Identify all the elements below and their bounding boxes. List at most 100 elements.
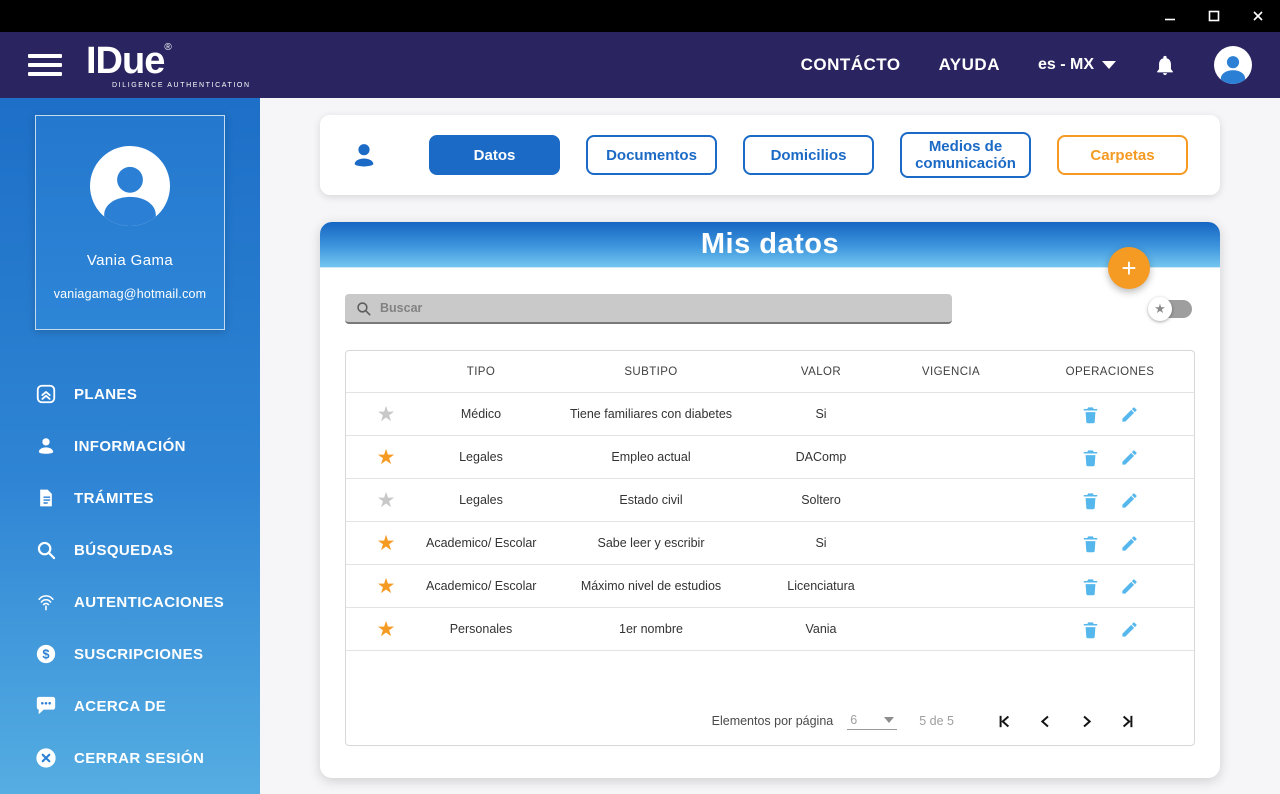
user-avatar-icon[interactable] [1214, 46, 1252, 84]
delete-icon[interactable] [1081, 534, 1100, 553]
hamburger-menu-icon[interactable] [28, 54, 62, 76]
cell-tipo: Médico [460, 407, 502, 421]
document-icon [34, 487, 58, 509]
add-button[interactable]: + [1108, 247, 1150, 289]
person-icon [348, 136, 380, 174]
delete-icon[interactable] [1081, 405, 1100, 424]
table-header-row: TIPO SUBTIPO VALOR VIGENCIA OPERACIONES [346, 351, 1194, 392]
profile-avatar [90, 146, 170, 226]
close-button[interactable] [1236, 0, 1280, 32]
language-value: es - MX [1037, 56, 1094, 73]
cell-tipo: Academico/ Escolar [426, 536, 537, 550]
favorite-star-icon[interactable] [377, 532, 396, 555]
search-bar[interactable] [345, 294, 952, 324]
mis-datos-card: Mis datos + ★ TIPO SUBTIPO VALOR VIG [320, 222, 1220, 778]
favorite-star-icon[interactable] [377, 618, 396, 641]
sidebar-item-autenticaciones[interactable]: AUTENTICACIONES [0, 576, 260, 628]
tab-datos[interactable]: Datos [429, 135, 560, 175]
table-row: Legales Empleo actual DAComp [346, 435, 1194, 478]
edit-icon[interactable] [1120, 534, 1139, 553]
tab-documentos[interactable]: Documentos [586, 135, 717, 175]
edit-icon[interactable] [1120, 577, 1139, 596]
maximize-button[interactable] [1192, 0, 1236, 32]
star-icon: ★ [1148, 297, 1172, 321]
sidebar-item-acerca-de[interactable]: ACERCA DE [0, 680, 260, 732]
sidebar: Vania Gama vaniagamag@hotmail.com PLANES… [0, 98, 260, 794]
sidebar-item-suscripciones[interactable]: $ SUSCRIPCIONES [0, 628, 260, 680]
nav-contacto[interactable]: CONTÁCTO [801, 55, 901, 75]
tab-bar: Datos Documentos Domicilios Medios de co… [320, 115, 1220, 195]
logo-subtitle: DILIGENCE AUTHENTICATION [112, 81, 251, 89]
cell-valor: Soltero [801, 493, 841, 507]
sidebar-item-tramites[interactable]: TRÁMITES [0, 472, 260, 524]
nav-ayuda[interactable]: AYUDA [939, 55, 1000, 75]
tab-medios-de-comunicacion[interactable]: Medios de comunicación [900, 132, 1031, 178]
sidebar-item-busquedas[interactable]: BÚSQUEDAS [0, 524, 260, 576]
table-row: Academico/ Escolar Sabe leer y escribir … [346, 521, 1194, 564]
search-input[interactable] [380, 301, 942, 315]
cell-valor: Vania [805, 622, 837, 636]
col-tipo: TIPO [466, 365, 496, 378]
favorite-star-icon[interactable] [377, 489, 396, 512]
previous-page-button[interactable] [1037, 713, 1054, 730]
person-icon [34, 435, 58, 457]
cell-subtipo: Empleo actual [611, 450, 691, 464]
dollar-icon: $ [34, 643, 58, 665]
fingerprint-icon [34, 591, 58, 613]
favorite-star-icon[interactable] [377, 403, 396, 426]
table-row: Personales 1er nombre Vania [346, 607, 1194, 650]
chevron-down-icon [1102, 61, 1116, 69]
delete-icon[interactable] [1081, 448, 1100, 467]
col-vigencia: VIGENCIA [921, 365, 981, 378]
table-row: Academico/ Escolar Máximo nivel de estud… [346, 564, 1194, 607]
app-logo: IDue ® DILIGENCE AUTHENTICATION [86, 42, 251, 89]
delete-icon[interactable] [1081, 620, 1100, 639]
logout-icon [34, 747, 58, 769]
language-selector[interactable]: es - MX [1038, 56, 1116, 74]
search-icon [357, 301, 371, 316]
edit-icon[interactable] [1120, 405, 1139, 424]
first-page-button[interactable] [996, 713, 1013, 730]
table-row: Legales Estado civil Soltero [346, 478, 1194, 521]
cell-subtipo: Máximo nivel de estudios [580, 579, 722, 593]
delete-icon[interactable] [1081, 491, 1100, 510]
cell-subtipo: Estado civil [619, 493, 683, 507]
page-size-select[interactable]: 6 [847, 713, 898, 730]
window-titlebar [0, 0, 1280, 32]
favorite-star-icon[interactable] [377, 446, 396, 469]
cell-subtipo: Sabe leer y escribir [597, 536, 705, 550]
search-icon [34, 539, 58, 561]
items-per-page-label: Elementos por página [711, 714, 834, 728]
minimize-button[interactable] [1148, 0, 1192, 32]
page-range-label: 5 de 5 [919, 714, 954, 728]
tab-carpetas[interactable]: Carpetas [1057, 135, 1188, 175]
mis-datos-header: Mis datos [320, 222, 1220, 268]
cell-valor: DAComp [795, 450, 847, 464]
last-page-button[interactable] [1119, 713, 1136, 730]
cell-subtipo: 1er nombre [619, 622, 683, 636]
plans-icon [34, 383, 58, 405]
notifications-bell-icon[interactable] [1154, 53, 1176, 77]
sidebar-item-informacion[interactable]: INFORMACIÓN [0, 420, 260, 472]
next-page-button[interactable] [1078, 713, 1095, 730]
delete-icon[interactable] [1081, 577, 1100, 596]
table-toolbar: ★ [320, 268, 1220, 324]
edit-icon[interactable] [1120, 491, 1139, 510]
favorite-star-icon[interactable] [377, 575, 396, 598]
data-table: TIPO SUBTIPO VALOR VIGENCIA OPERACIONES … [345, 350, 1195, 746]
edit-icon[interactable] [1120, 448, 1139, 467]
cell-tipo: Legales [459, 450, 503, 464]
page-title: Mis datos [700, 228, 840, 260]
sidebar-item-planes[interactable]: PLANES [0, 368, 260, 420]
cell-valor: Si [815, 536, 827, 550]
sidebar-item-cerrar-sesion[interactable]: CERRAR SESIÓN [0, 732, 260, 784]
favorites-filter-toggle[interactable]: ★ [1148, 297, 1192, 321]
pagination-bar: Elementos por página 6 5 de 5 [346, 697, 1194, 745]
chevron-down-icon [884, 716, 895, 723]
registered-mark: ® [164, 41, 172, 53]
col-subtipo: SUBTIPO [624, 365, 678, 378]
profile-email: vaniagamag@hotmail.com [53, 287, 207, 301]
tab-domicilios[interactable]: Domicilios [743, 135, 874, 175]
svg-text:$: $ [42, 647, 49, 662]
edit-icon[interactable] [1120, 620, 1139, 639]
